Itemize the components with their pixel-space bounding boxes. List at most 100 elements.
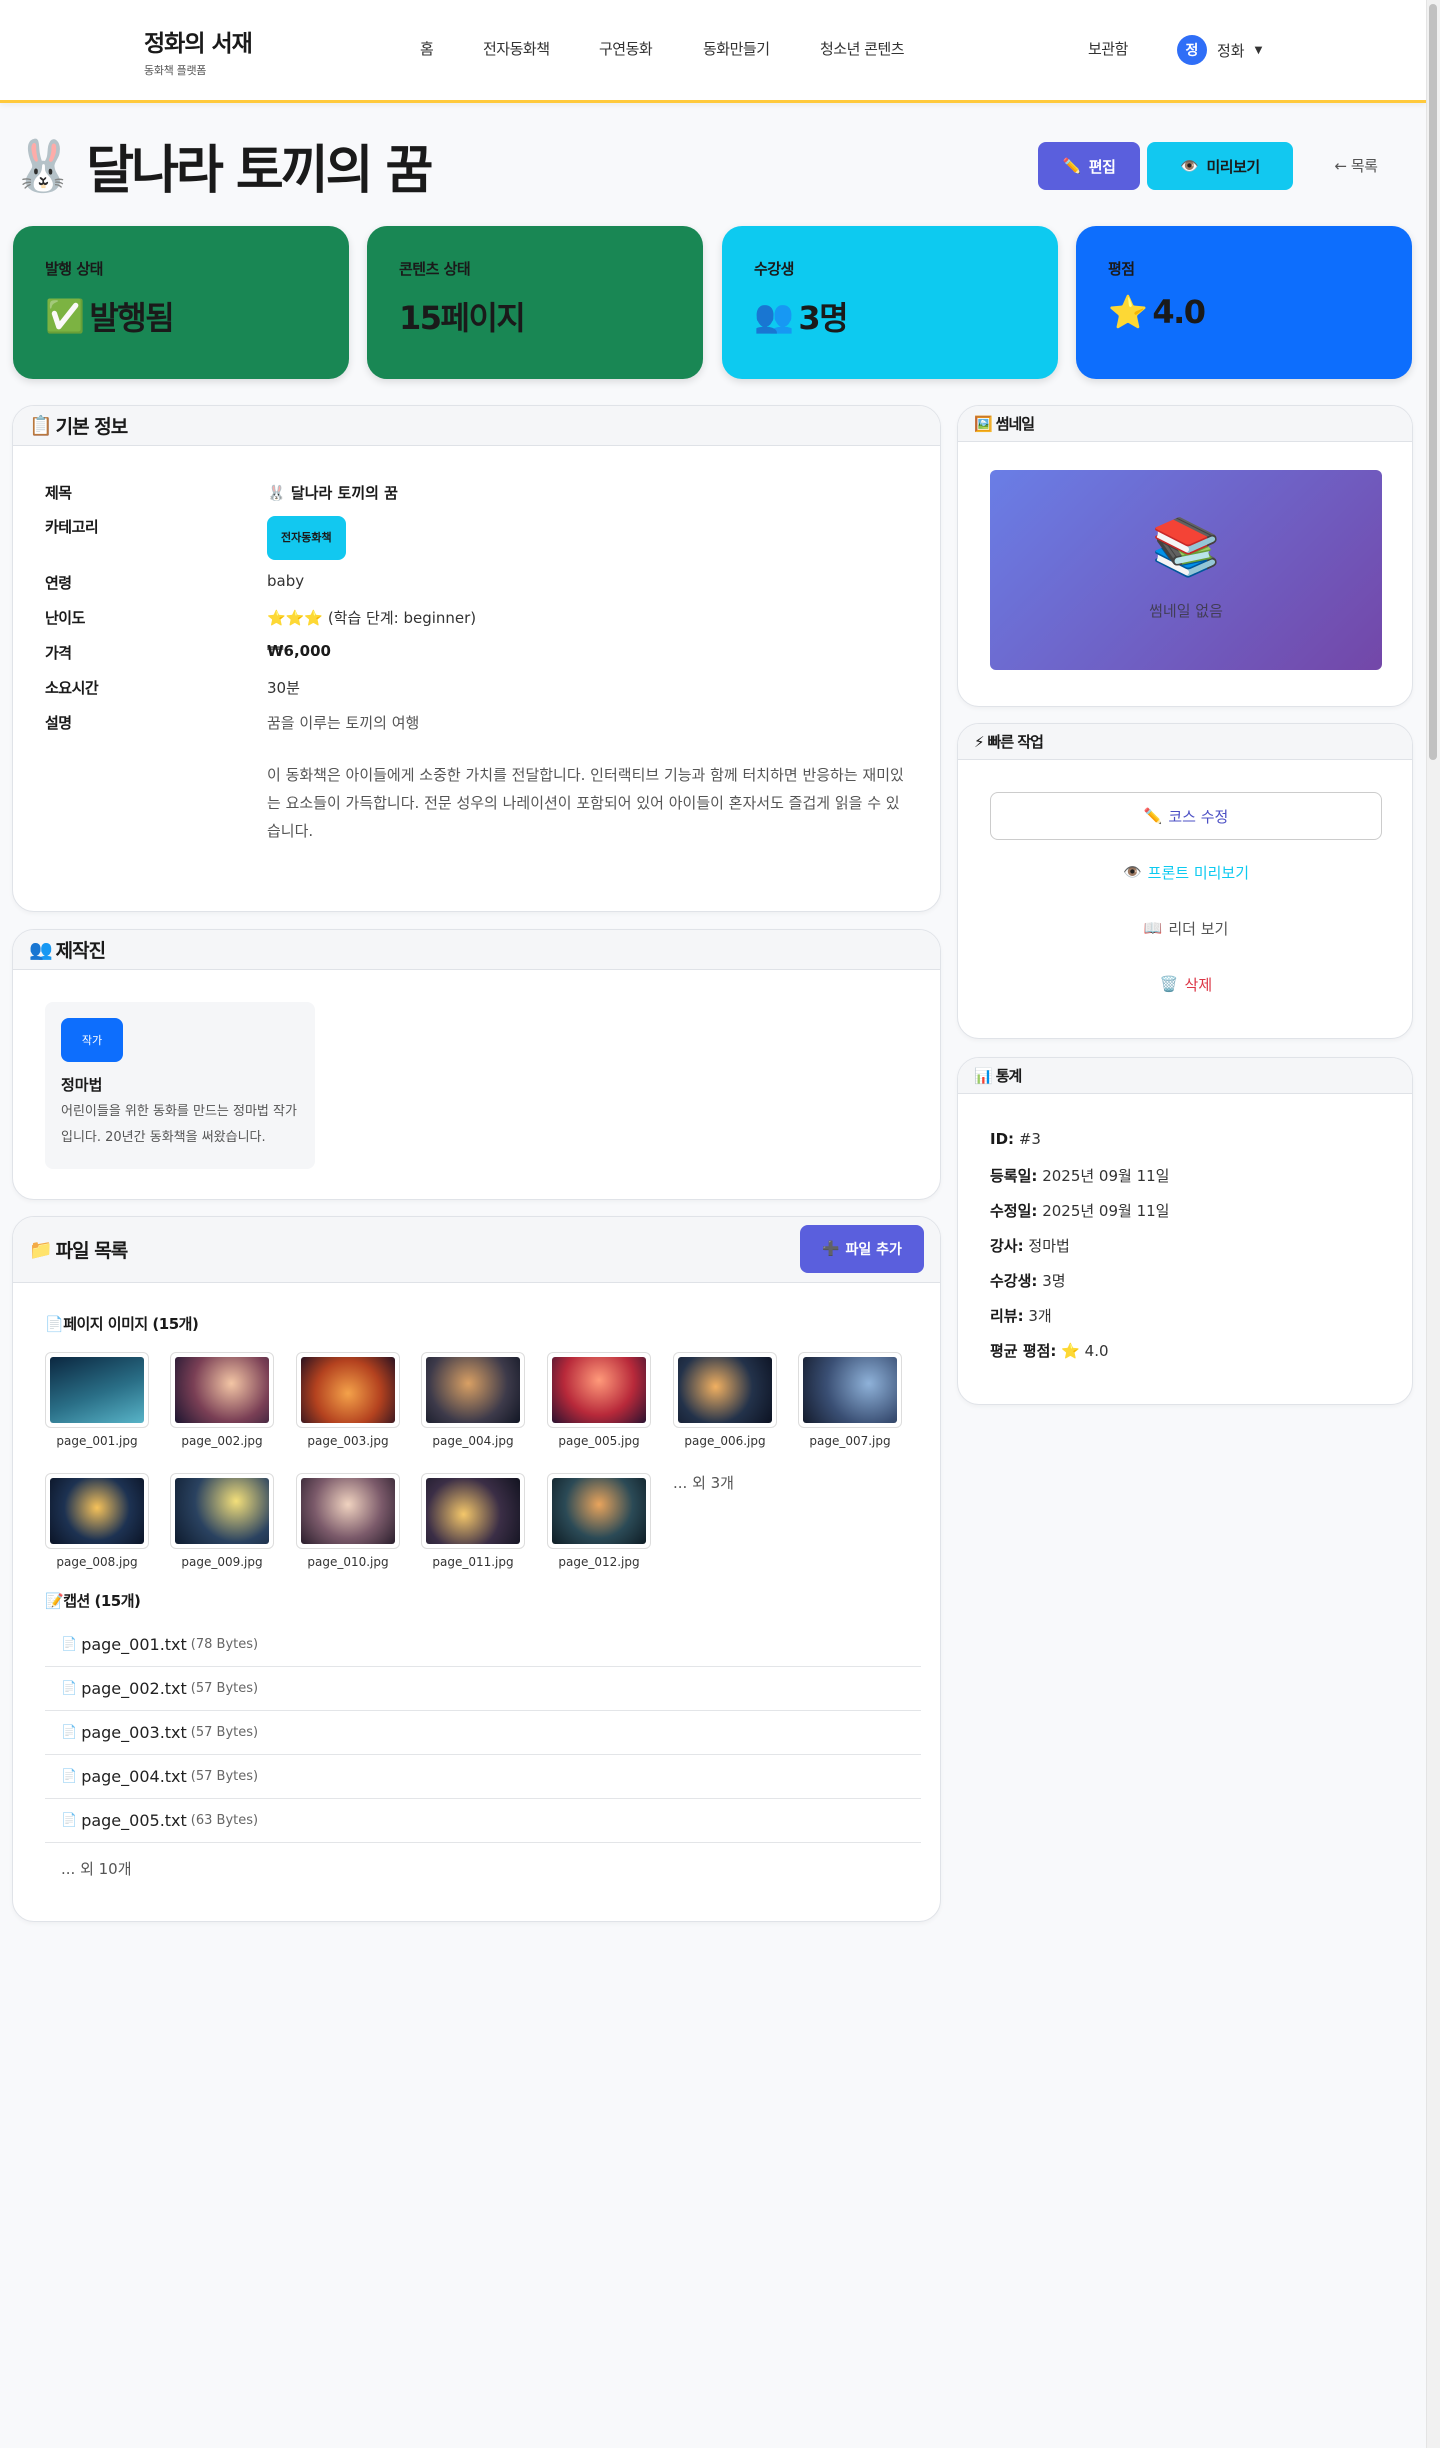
page-image-tile[interactable]: page_009.jpg — [170, 1473, 274, 1569]
folder-icon: 📁 — [29, 1239, 53, 1261]
nav-home[interactable]: 홈 — [420, 38, 434, 59]
stat-reviews: 리뷰: 3개 — [990, 1305, 1052, 1326]
page-image-tile[interactable]: page_010.jpg — [296, 1473, 400, 1569]
stat-val: #3 — [1018, 1130, 1041, 1148]
stat-value: 15페이지 — [399, 299, 526, 337]
page-image-tile[interactable]: page_006.jpg — [673, 1352, 777, 1448]
stat-val: 정마법 — [1028, 1237, 1070, 1255]
info-key: 난이도 — [45, 609, 85, 627]
reader-view-link[interactable]: 📖 리더 보기 — [990, 904, 1382, 952]
edit-course-button[interactable]: ✏️ 코스 수정 — [990, 792, 1382, 840]
caption-filename: page_005.txt — [81, 1811, 187, 1830]
picture-icon: 🖼️ — [974, 414, 993, 433]
preview-button[interactable]: 👁️ 미리보기 — [1147, 142, 1293, 190]
stat-id: ID: #3 — [990, 1130, 1041, 1148]
thumbnail-placeholder: 📚 썸네일 없음 — [990, 470, 1382, 670]
nav-make-story[interactable]: 동화만들기 — [703, 38, 770, 59]
caption-filesize: (57 Bytes) — [190, 1769, 259, 1784]
page-image-tile[interactable]: page_003.jpg — [296, 1352, 400, 1448]
stat-avg-rating: 평균 평점: ⭐ 4.0 — [990, 1340, 1109, 1361]
caption-filename: page_001.txt — [81, 1635, 187, 1654]
card-header: 🖼️ 썸네일 — [958, 406, 1412, 442]
plus-icon: ➕ — [822, 1241, 840, 1257]
edit-button[interactable]: ✏️ 편집 — [1038, 142, 1140, 190]
caret-down-icon: ▼ — [1254, 44, 1263, 56]
page-image-thumbnail — [798, 1352, 902, 1428]
page-image-tile[interactable]: page_012.jpg — [547, 1473, 651, 1569]
caption-filesize: (78 Bytes) — [190, 1637, 259, 1652]
card-header: 👥 제작진 — [13, 930, 940, 970]
card-title: 빠른 작업 — [987, 733, 1044, 751]
caption-filename: page_004.txt — [81, 1767, 187, 1786]
nav-youth[interactable]: 청소년 콘텐츠 — [820, 38, 905, 59]
stat-label: 수강생 — [754, 260, 794, 278]
page-image-tile[interactable]: page_011.jpg — [421, 1473, 525, 1569]
statistics-card: 📊 통계 ID: #3 등록일: 2025년 09월 11일 수정일: 2025년… — [957, 1057, 1413, 1405]
page-image-thumbnail — [296, 1352, 400, 1428]
stat-key: 리뷰: — [990, 1307, 1024, 1325]
page-image-filename: page_007.jpg — [809, 1434, 891, 1448]
rabbit-icon: 🐰 — [12, 136, 75, 195]
page-image-filename: page_003.jpg — [307, 1434, 389, 1448]
page-image-tile[interactable]: page_004.jpg — [421, 1352, 525, 1448]
page-image-filename: page_005.jpg — [558, 1434, 640, 1448]
images-heading: 📄페이지 이미지 (15개) — [45, 1313, 199, 1334]
scrollbar-thumb[interactable] — [1429, 4, 1437, 760]
crew-member: 작가 정마법 어린이들을 위한 동화를 만드는 정마법 작가입니다. 20년간 … — [45, 1002, 315, 1169]
page-image-filename: page_009.jpg — [181, 1555, 263, 1569]
stat-val: 3개 — [1028, 1307, 1052, 1325]
caption-item[interactable]: 📄 page_001.txt (78 Bytes) — [45, 1623, 921, 1667]
stat-instructor: 강사: 정마법 — [990, 1235, 1070, 1256]
brand-logo[interactable]: 정화의 서재 동화책 플랫폼 — [144, 24, 253, 78]
basic-info-card: 📋 기본 정보 제목 🐰 달나라 토끼의 꿈 카테고리 전자동화책 연령 baby 난이… — [12, 405, 941, 912]
page-image-tile[interactable]: page_005.jpg — [547, 1352, 651, 1448]
file-icon: 📄 — [61, 1769, 78, 1784]
front-preview-link[interactable]: 👁️ 프론트 미리보기 — [990, 848, 1382, 896]
page-image-tile[interactable]: page_001.jpg — [45, 1352, 149, 1448]
page-icon: 📄 — [45, 1315, 64, 1333]
brand-subtitle: 동화책 플랫폼 — [144, 64, 207, 77]
caption-filename: page_003.txt — [81, 1723, 187, 1742]
caption-item[interactable]: 📄 page_003.txt (57 Bytes) — [45, 1711, 921, 1755]
stat-card-content: 콘텐츠 상태 15페이지 — [367, 226, 703, 379]
page-image-thumbnail — [45, 1352, 149, 1428]
caption-item[interactable]: 📄 page_002.txt (57 Bytes) — [45, 1667, 921, 1711]
caption-filename: page_002.txt — [81, 1679, 187, 1698]
nav-vault[interactable]: 보관함 — [1088, 38, 1128, 59]
thumbnail-card: 🖼️ 썸네일 📚 썸네일 없음 — [957, 405, 1413, 707]
info-desc-body: 이 동화책은 아이들에게 소중한 가치를 전달합니다. 인터랙티브 기능과 함께… — [267, 766, 904, 840]
rabbit-illustration — [678, 1357, 772, 1423]
rabbit-illustration — [426, 1478, 520, 1544]
add-file-button[interactable]: ➕ 파일 추가 — [800, 1225, 924, 1273]
rabbit-illustration — [301, 1478, 395, 1544]
stat-label: 발행 상태 — [45, 260, 103, 278]
info-time-value: 30분 — [267, 679, 300, 697]
caption-filesize: (57 Bytes) — [190, 1725, 259, 1740]
info-difficulty-value: (학습 단계: beginner) — [327, 609, 477, 627]
books-icon: 📚 — [1151, 514, 1221, 580]
caption-item[interactable]: 📄 page_005.txt (63 Bytes) — [45, 1799, 921, 1843]
reader-view-label: 리더 보기 — [1168, 919, 1229, 938]
stat-value: 3명 — [798, 299, 848, 337]
page-image-tile[interactable]: page_002.jpg — [170, 1352, 274, 1448]
card-title: 썸네일 — [995, 415, 1035, 433]
page-image-thumbnail — [421, 1473, 525, 1549]
page-image-tile[interactable]: page_007.jpg — [798, 1352, 902, 1448]
page-image-tile[interactable]: page_008.jpg — [45, 1473, 149, 1569]
page-image-thumbnail — [170, 1473, 274, 1549]
caption-item[interactable]: 📄 page_004.txt (57 Bytes) — [45, 1755, 921, 1799]
stat-registered: 등록일: 2025년 09월 11일 — [990, 1165, 1169, 1186]
nav-storytelling[interactable]: 구연동화 — [599, 38, 653, 59]
file-icon: 📄 — [61, 1637, 78, 1652]
stat-card-rating: 평점 ⭐ 4.0 — [1076, 226, 1412, 379]
nav-ebook[interactable]: 전자동화책 — [483, 38, 550, 59]
delete-link[interactable]: 🗑️ 삭제 — [990, 960, 1382, 1008]
user-menu[interactable]: 정 정화 ▼ — [1177, 35, 1262, 65]
info-title-value: 🐰 달나라 토끼의 꿈 — [267, 484, 398, 502]
back-to-list-link[interactable]: ← 목록 — [1328, 150, 1384, 180]
page-image-filename: page_008.jpg — [56, 1555, 138, 1569]
brand-title: 정화의 서재 — [144, 31, 253, 57]
captions-more: ... 외 10개 — [61, 1860, 132, 1878]
stat-value: 4.0 — [1152, 293, 1206, 331]
top-navbar: 정화의 서재 동화책 플랫폼 홈 전자동화책 구연동화 동화만들기 청소년 콘텐… — [0, 0, 1426, 103]
